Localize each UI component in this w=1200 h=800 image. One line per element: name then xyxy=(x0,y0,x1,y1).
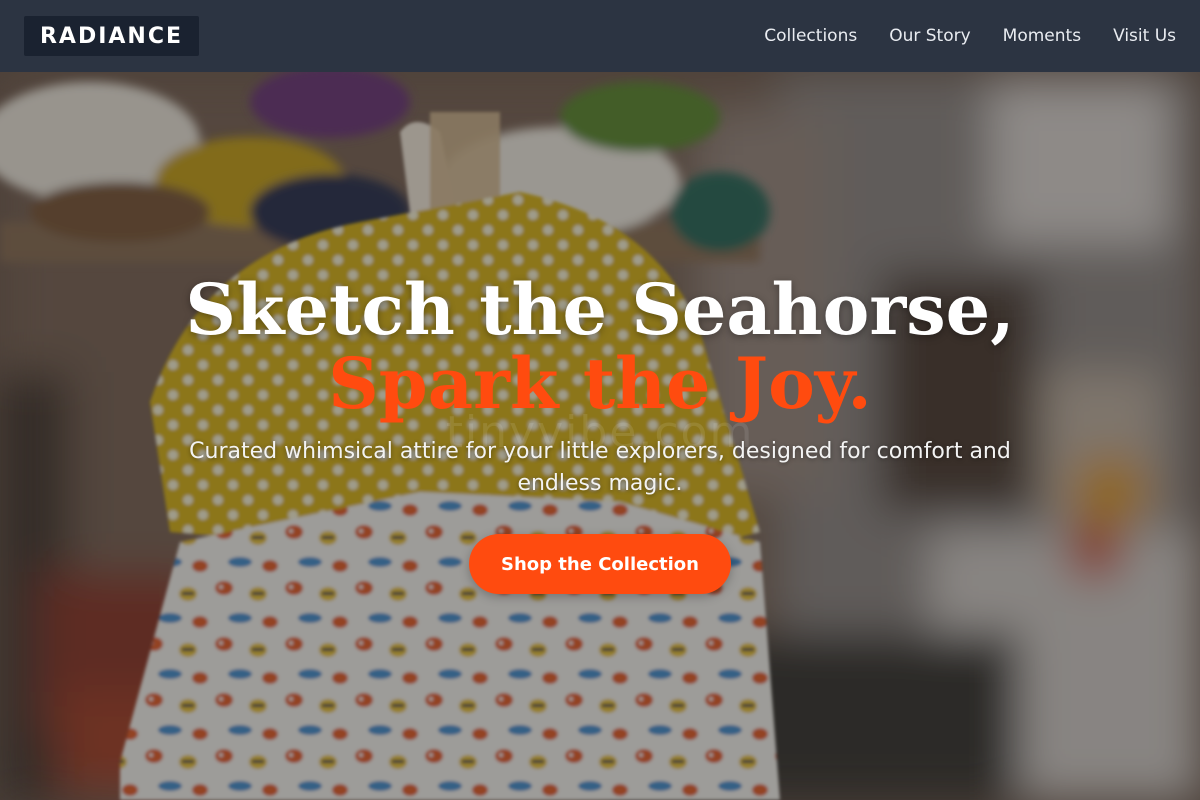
main-nav: Collections Our Story Moments Visit Us xyxy=(764,26,1176,46)
brand-logo[interactable]: RADIANCE xyxy=(24,16,199,56)
shop-collection-button[interactable]: Shop the Collection xyxy=(469,534,731,594)
site-header: RADIANCE Collections Our Story Moments V… xyxy=(0,0,1200,72)
nav-link-moments[interactable]: Moments xyxy=(1003,26,1081,46)
hero-subtitle: Curated whimsical attire for your little… xyxy=(189,439,1011,496)
nav-link-visit-us[interactable]: Visit Us xyxy=(1113,26,1176,46)
hero-section: tinyvibe.com Sketch the Seahorse, Spark … xyxy=(0,72,1200,800)
hero-headline-line1: Sketch the Seahorse, xyxy=(185,268,1015,351)
hero-headline-line2: Spark the Joy. xyxy=(328,342,872,425)
nav-link-collections[interactable]: Collections xyxy=(764,26,857,46)
nav-link-our-story[interactable]: Our Story xyxy=(889,26,970,46)
